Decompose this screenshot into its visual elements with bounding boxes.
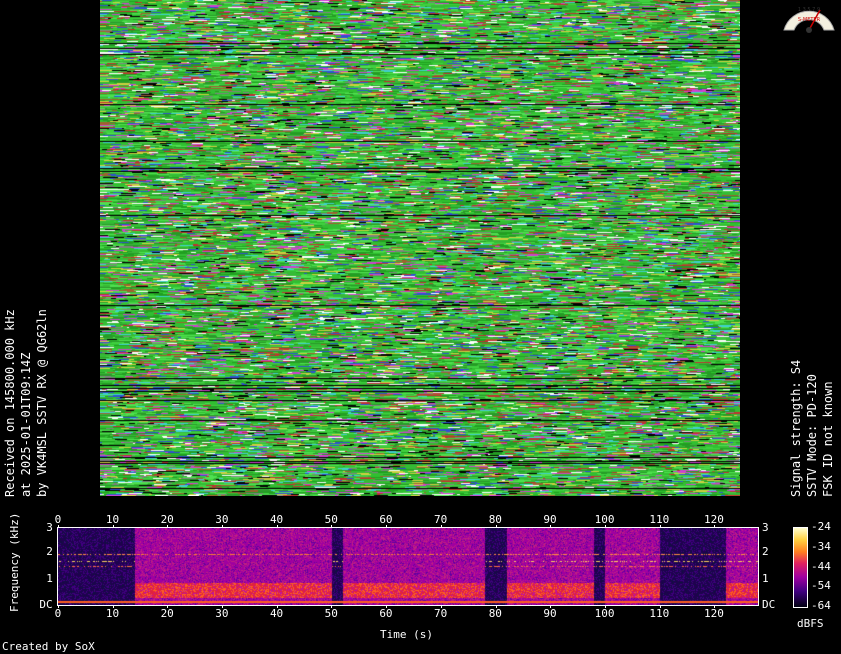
time-tick-mark (440, 605, 442, 608)
time-tick-label: 110 (649, 607, 670, 620)
freq-tick-label: 3 (762, 521, 769, 534)
reception-frequency: Received on 145800.000 kHz (3, 309, 17, 497)
time-tick-mark (714, 525, 716, 528)
time-tick-label: 70 (434, 607, 448, 620)
reception-time: at 2025-01-01T09:14Z (19, 352, 33, 498)
time-tick-mark (659, 605, 661, 608)
freq-tick-label: 2 (762, 545, 769, 558)
reception-info: Received on 145800.000 kHz at 2025-01-01… (2, 309, 50, 497)
time-tick-mark (222, 525, 224, 528)
frequency-axis-label: Frequency (kHz) (8, 512, 21, 612)
time-tick-mark (440, 525, 442, 528)
time-tick-label: 50 (324, 607, 338, 620)
freq-tick-label: 3 (46, 521, 53, 534)
s-meter-scale: 1 3 5 7 9 (798, 7, 820, 13)
time-tick-mark (112, 525, 114, 528)
time-tick-mark (276, 525, 278, 528)
time-tick-mark (659, 525, 661, 528)
time-tick-label: 30 (215, 607, 229, 620)
sstv-decoded-image (100, 0, 740, 496)
time-tick-mark (222, 605, 224, 608)
time-tick-mark (58, 605, 59, 608)
time-tick-label: 20 (160, 607, 174, 620)
time-tick-mark (276, 605, 278, 608)
time-tick-mark (604, 525, 606, 528)
time-tick-mark (550, 605, 552, 608)
time-tick-mark (495, 605, 497, 608)
time-tick-mark (714, 605, 716, 608)
freq-tick-label: DC (39, 598, 53, 611)
time-tick-mark (386, 605, 388, 608)
time-tick-label: 10 (105, 607, 120, 620)
sstv-mode: SSTV Mode: PD-120 (805, 374, 819, 497)
time-tick-label: 0 (54, 607, 62, 620)
colorbar (793, 527, 808, 608)
credit-text: Created by SoX (2, 640, 95, 653)
time-tick-mark (167, 525, 169, 528)
time-tick-mark (550, 525, 552, 528)
time-tick-mark (58, 525, 59, 528)
time-tick-mark (331, 525, 333, 528)
time-tick-mark (112, 605, 114, 608)
signal-strength: Signal strength: S4 (789, 359, 803, 497)
time-tick-mark (167, 605, 169, 608)
time-tick-mark (604, 605, 606, 608)
time-tick-mark (495, 525, 497, 528)
colorbar-tick-label: -34 (811, 539, 831, 553)
spectrogram-frame (57, 527, 759, 606)
colorbar-tick-label: -44 (811, 559, 831, 573)
time-tick-label: 100 (594, 607, 615, 620)
time-tick-mark (331, 605, 333, 608)
fsk-id: FSK ID not known (821, 381, 835, 497)
time-tick-label: 60 (379, 607, 393, 620)
colorbar-unit: dBFS (797, 617, 824, 630)
reception-station: by VK4MSL SSTV RX @ QG62ln (35, 309, 49, 497)
s-meter-label: S-METER (798, 17, 821, 23)
colorbar-tick-label: -64 (811, 599, 831, 612)
colorbar-tick-label: -54 (811, 579, 831, 593)
freq-tick-label: 1 (46, 572, 53, 585)
freq-tick-label: 1 (762, 572, 769, 585)
time-tick-label: 90 (543, 607, 557, 620)
time-axis-label: Time (s) (380, 628, 433, 641)
colorbar-tick-label: -24 (811, 520, 831, 533)
time-tick-label: 120 (704, 607, 724, 620)
s-meter-icon: S-METER 1 3 5 7 9 (783, 7, 835, 33)
signal-info: Signal strength: S4 SSTV Mode: PD-120 FS… (788, 360, 836, 497)
sstv-noise-canvas (100, 0, 740, 496)
time-tick-label: 80 (488, 607, 502, 620)
time-tick-label: 40 (269, 607, 284, 620)
freq-tick-label: 2 (46, 545, 53, 558)
freq-tick-label: DC (762, 598, 776, 611)
time-tick-mark (386, 525, 388, 528)
